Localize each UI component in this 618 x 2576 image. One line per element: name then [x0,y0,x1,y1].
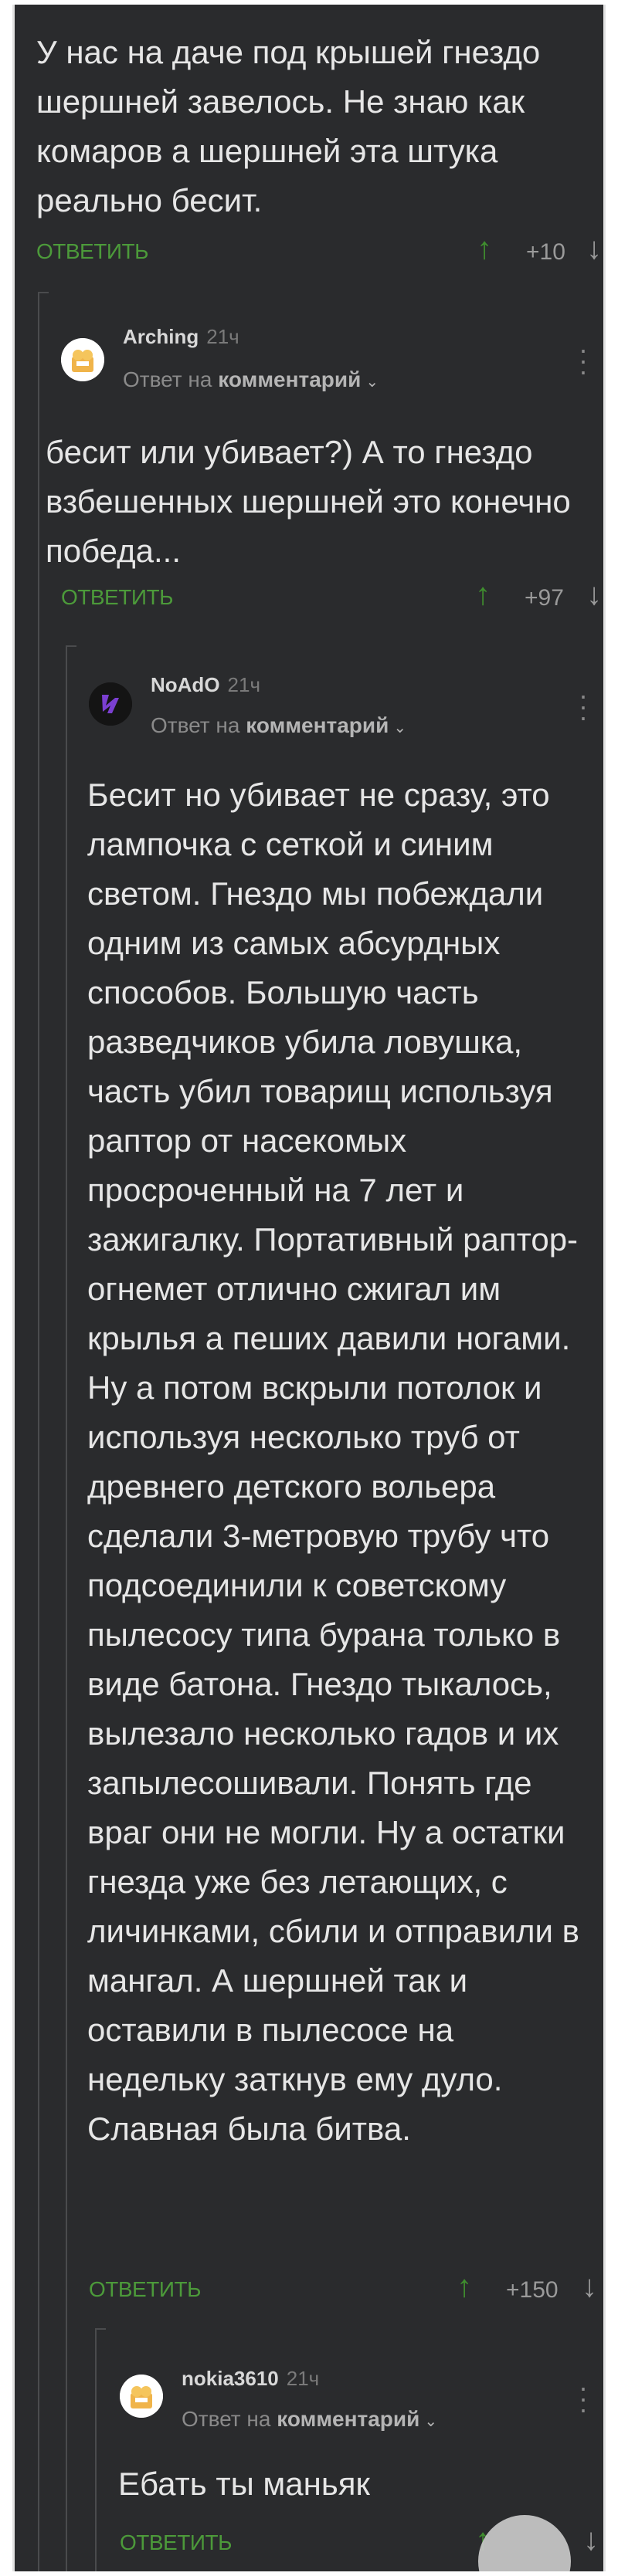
more-vertical-icon[interactable]: · · · [579,682,588,731]
meta-prefix: Ответ на [151,713,240,737]
reply-to-meta: Ответ на комментарий ⌄ [151,713,406,738]
reply-button[interactable]: ОТВЕТИТЬ [89,2277,201,2302]
avatar[interactable] [120,2375,163,2418]
username-text[interactable]: NoAdO [151,673,220,696]
username[interactable]: NoAdO 21ч [151,673,260,697]
thread-line [95,2328,97,2571]
arrow-down-icon[interactable]: ↓ [586,577,602,612]
comment: Ебать ты маньяк [118,2459,582,2509]
comment: бесит или убивает?) А то гнездо взбешенн… [46,428,579,576]
thread-line-corner [66,645,76,647]
comment-time: 21ч [206,325,239,348]
comment-text: У нас на даче под крышей гнездо шершней … [36,34,541,218]
meta-prefix: Ответ на [182,2407,271,2431]
comment-actions: ОТВЕТИТЬ ↑ +97 ↓ [61,577,602,613]
comment-root: У нас на даче под крышей гнездо шершней … [36,28,585,225]
comment: Бесит но убивает не сразу, это лампочка … [87,770,589,2154]
comment-text: Ебать ты маньяк [118,2466,370,2502]
thread-line-corner [38,292,49,293]
reply-button[interactable]: ОТВЕТИТЬ [120,2530,232,2555]
chevron-down-icon[interactable]: ⌄ [365,374,379,391]
meta-prefix: Ответ на [123,367,212,391]
parent-comment-link[interactable]: комментарий [277,2407,419,2431]
arrow-down-icon[interactable]: ↓ [583,2523,599,2557]
comment-actions: ОТВЕТИТЬ ↑ +150 ↓ [89,2270,597,2305]
parent-comment-link[interactable]: комментарий [246,713,389,737]
comment-text: бесит или убивает?) А то гнездо взбешенн… [46,434,571,569]
score: +97 [525,585,564,611]
chevron-down-icon[interactable]: ⌄ [424,2413,437,2430]
thread-line-corner [95,2328,106,2330]
more-vertical-icon[interactable]: · · · [579,336,588,385]
arrow-down-icon[interactable]: ↓ [582,2270,597,2304]
comment-time: 21ч [227,673,261,696]
comment-text: Бесит но убивает не сразу, это лампочка … [87,777,579,2147]
reply-to-meta: Ответ на комментарий ⌄ [182,2407,437,2432]
comment-thread: У нас на даче под крышей гнездо шершней … [12,5,606,2571]
arrow-up-icon[interactable]: ↑ [477,232,492,266]
score: +150 [506,2277,559,2303]
arrow-down-icon[interactable]: ↓ [586,232,602,266]
score: +10 [526,239,565,265]
parent-comment-link[interactable]: комментарий [218,367,361,391]
thread-line [38,292,39,2571]
username[interactable]: nokia3610 21ч [182,2367,319,2391]
reply-button[interactable]: ОТВЕТИТЬ [36,239,148,264]
username[interactable]: Arching 21ч [123,325,239,349]
avatar[interactable] [89,682,132,726]
username-text[interactable]: Arching [123,325,199,348]
arrow-up-icon[interactable]: ↑ [457,2270,472,2304]
floating-action-button[interactable] [478,2515,571,2571]
comment-time: 21ч [286,2367,320,2390]
more-vertical-icon[interactable]: · · · [579,2374,588,2423]
chevron-down-icon[interactable]: ⌄ [393,719,406,736]
comment-actions: ОТВЕТИТЬ ↑ +10 ↓ [36,232,602,267]
avatar[interactable] [61,338,104,381]
username-text[interactable]: nokia3610 [182,2367,279,2390]
reply-button[interactable]: ОТВЕТИТЬ [61,585,173,610]
reply-to-meta: Ответ на комментарий ⌄ [123,367,379,392]
arrow-up-icon[interactable]: ↑ [475,577,491,612]
thread-line [66,645,67,2571]
